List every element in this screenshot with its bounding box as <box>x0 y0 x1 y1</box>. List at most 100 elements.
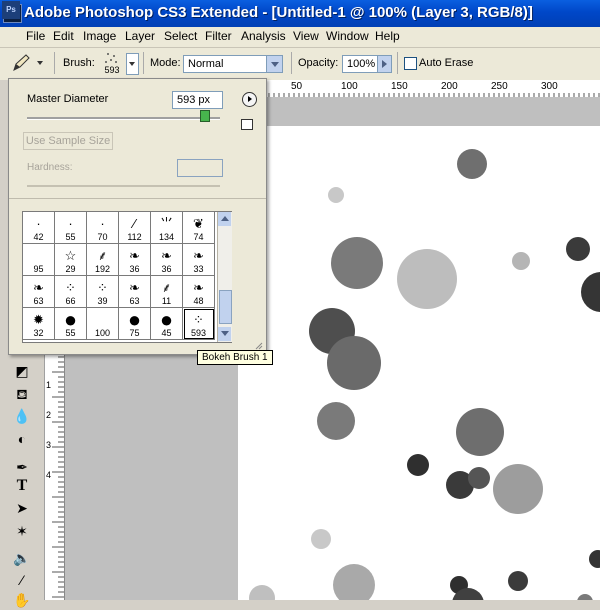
brush-preset-maple[interactable]: ✹ 32 <box>23 308 55 340</box>
brush-picker-dropdown[interactable] <box>126 53 139 75</box>
brush-preset-leaf-small[interactable]: ⸙ 192 <box>87 244 119 276</box>
brush-tooltip: Bokeh Brush 1 <box>197 350 273 365</box>
master-diameter-input[interactable]: 593 px <box>172 91 223 109</box>
brush-preview[interactable]: 593 <box>98 50 126 78</box>
eyedropper-tool-icon[interactable]: ⁄ <box>11 570 33 590</box>
brush-preset-star[interactable]: ☆ 29 <box>55 244 87 276</box>
circle-icon: ● <box>159 307 174 332</box>
brush-preset-size: 95 <box>33 264 44 274</box>
bokeh-circle <box>566 237 590 261</box>
menu-select[interactable]: Select <box>164 29 197 43</box>
hardness-slider-track[interactable] <box>27 185 220 187</box>
menu-image[interactable]: Image <box>83 29 116 43</box>
dodge-tool-icon[interactable]: ◐ <box>11 429 33 449</box>
auto-erase-checkbox[interactable] <box>404 57 417 70</box>
brush-preset-dot[interactable]: · 70 <box>87 212 119 244</box>
custom-shape-tool-icon[interactable]: ✶ <box>11 521 33 541</box>
brush-preset-grass[interactable]: ⺌ 134 <box>151 212 183 244</box>
menu-help[interactable]: Help <box>375 29 400 43</box>
path-selection-tool-icon[interactable]: ➤ <box>11 498 33 518</box>
brush-preset-circle[interactable]: ● 55 <box>55 308 87 340</box>
resize-grip-icon[interactable] <box>255 341 263 350</box>
tool-preset-picker[interactable] <box>8 52 46 74</box>
menu-file[interactable]: File <box>26 29 45 43</box>
menu-filter[interactable]: Filter <box>205 29 232 43</box>
bokeh-circle <box>317 402 355 440</box>
menu-edit[interactable]: Edit <box>53 29 74 43</box>
brush-preset-leaf-small[interactable]: ⸙ 11 <box>151 276 183 308</box>
brush-preset-size: 48 <box>193 296 204 306</box>
opacity-slider-button[interactable] <box>377 56 391 72</box>
brush-preset-leaf[interactable]: ❦ 74 <box>183 212 215 244</box>
save-preset-icon[interactable] <box>241 119 253 130</box>
brush-preset-butterfly[interactable]: ❧ 36 <box>151 244 183 276</box>
brush-preset-scatter[interactable]: ⁘ 593 <box>183 308 215 340</box>
brush-preset-blank[interactable]: 100 <box>87 308 119 340</box>
mode-select[interactable]: Normal <box>183 55 283 73</box>
brush-preset-stroke[interactable]: ⁄ 112 <box>119 212 151 244</box>
brush-preset-scatter[interactable]: ⁘ 66 <box>55 276 87 308</box>
brush-preset-size: 11 <box>161 296 172 306</box>
brush-preset-size: 63 <box>129 296 140 306</box>
use-sample-size-button[interactable]: Use Sample Size <box>23 132 113 150</box>
app-menu-icon[interactable]: Ps <box>2 1 20 19</box>
separator <box>397 52 398 74</box>
butterfly-icon: ❧ <box>193 280 204 295</box>
pen-tool-icon[interactable]: ✒ <box>11 457 33 477</box>
scroll-up-button[interactable] <box>218 212 231 226</box>
hardness-input[interactable] <box>177 159 223 177</box>
brush-preset-size: 39 <box>97 296 108 306</box>
brush-label: Brush: <box>63 57 95 69</box>
master-diameter-slider-thumb[interactable] <box>200 110 210 122</box>
brush-preset-size: 36 <box>129 264 140 274</box>
butterfly-icon: ❧ <box>129 248 140 263</box>
opacity-input[interactable]: 100% <box>342 55 392 73</box>
master-diameter-slider-track[interactable] <box>27 117 220 120</box>
pencil-icon <box>13 54 43 71</box>
panel-menu-button[interactable] <box>242 92 257 107</box>
brush-preset-size: 593 <box>190 328 207 338</box>
brush-preset-butterfly[interactable]: ❧ 63 <box>23 276 55 308</box>
brush-preset-butterfly[interactable]: ❧ 36 <box>119 244 151 276</box>
brush-preset-size: 63 <box>33 296 44 306</box>
paint-bucket-tool-icon[interactable]: ⛾ <box>11 384 33 404</box>
leaf-small-icon: ⸙ <box>97 248 108 263</box>
brush-preset-butterfly[interactable]: ❧ 48 <box>183 276 215 308</box>
brush-preset-circle[interactable]: ● 75 <box>119 308 151 340</box>
menu-window[interactable]: Window <box>326 29 369 43</box>
chevron-down-icon <box>266 56 282 72</box>
brush-preset-size: 74 <box>193 232 204 242</box>
hand-tool-icon[interactable]: ✋ <box>11 590 33 610</box>
bokeh-circle <box>456 408 504 456</box>
type-tool-icon[interactable]: T <box>11 477 33 497</box>
brush-preset-butterfly[interactable]: ❧ 63 <box>119 276 151 308</box>
scroll-thumb[interactable] <box>219 290 232 324</box>
blur-tool-icon[interactable]: 💧 <box>11 406 33 426</box>
brush-preset-scatter[interactable]: ⁘ 39 <box>87 276 119 308</box>
notes-tool-icon[interactable]: 🔈 <box>11 548 33 568</box>
scroll-down-button[interactable] <box>218 327 231 341</box>
brush-preset-butterfly[interactable]: ❧ 33 <box>183 244 215 276</box>
brush-preset-dot[interactable]: · 42 <box>23 212 55 244</box>
brush-preset-blank[interactable]: 95 <box>23 244 55 276</box>
menu-view[interactable]: View <box>293 29 319 43</box>
leaf-icon: ❦ <box>193 216 204 231</box>
separator <box>54 52 55 74</box>
blank-icon <box>87 310 118 330</box>
brush-preset-circle[interactable]: ● 45 <box>151 308 183 340</box>
bokeh-painting <box>249 149 600 600</box>
bokeh-circle <box>311 529 331 549</box>
eraser-tool-icon[interactable]: ◩ <box>11 361 33 381</box>
butterfly-icon: ❧ <box>161 248 172 263</box>
preset-scrollbar[interactable] <box>217 212 232 342</box>
bokeh-circle <box>333 564 375 600</box>
leaf-small-icon: ⸙ <box>161 280 172 295</box>
brush-preset-dot[interactable]: · 55 <box>55 212 87 244</box>
menu-analysis[interactable]: Analysis <box>241 29 286 43</box>
scatter-icon: ⁘ <box>65 280 76 295</box>
ruler-label: 50 <box>291 81 303 92</box>
menu-layer[interactable]: Layer <box>125 29 155 43</box>
maple-icon: ✹ <box>33 312 44 327</box>
master-diameter-label: Master Diameter <box>27 93 109 105</box>
star-icon: ☆ <box>64 248 77 263</box>
